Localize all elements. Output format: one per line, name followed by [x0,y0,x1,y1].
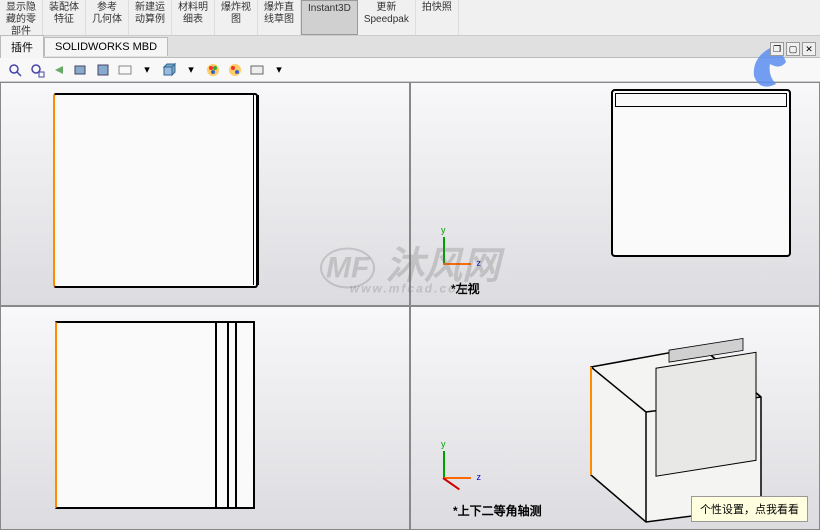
ribbon-hide-components[interactable]: 显示隐藏的零部件 [0,0,43,35]
chevron-down-icon[interactable]: ▾ [270,61,288,79]
zoom-area-icon[interactable] [28,61,46,79]
maximize-icon[interactable]: ▢ [786,42,800,56]
viewport-bottom-left[interactable] [0,306,410,530]
command-tabs: 插件 SOLIDWORKS MBD [0,36,820,58]
model-detail [235,323,237,507]
settings-tooltip[interactable]: 个性设置，点我看看 [691,496,808,522]
model-outline [611,89,791,257]
model-detail [227,323,229,507]
view-label: *左视 [451,280,480,297]
chevron-down-icon[interactable]: ▾ [182,61,200,79]
tab-addins[interactable]: 插件 [0,35,44,58]
ribbon-bom[interactable]: 材料明细表 [172,0,215,35]
viewport-top-left[interactable] [0,82,410,306]
cube-icon[interactable] [160,61,178,79]
axis-triad [431,441,481,491]
ribbon-exploded-line-sketch[interactable]: 爆炸直线草图 [258,0,301,35]
model-outline [53,93,258,288]
view-toolbar: ▾ ▾ ▾ [0,58,820,82]
zoom-fit-icon[interactable] [6,61,24,79]
ribbon-update-speedpak[interactable]: 更新Speedpak [358,0,416,35]
ribbon-snapshot[interactable]: 拍快照 [416,0,459,35]
apply-scene-icon[interactable] [226,61,244,79]
restore-icon[interactable]: ❐ [770,42,784,56]
edit-appearance-icon[interactable] [204,61,222,79]
view-orientation-icon[interactable] [94,61,112,79]
viewport-top-right[interactable]: *左视 [410,82,820,306]
tab-solidworks-mbd[interactable]: SOLIDWORKS MBD [44,37,168,56]
window-controls: ❐ ▢ ✕ [770,42,816,56]
axis-triad [431,227,481,277]
model-detail [253,95,259,285]
view-label: *上下二等角轴测 [453,502,542,519]
ribbon-exploded-view[interactable]: 爆炸视图 [215,0,258,35]
view-settings-icon[interactable] [248,61,266,79]
ribbon: 显示隐藏的零部件 装配体特征 参考几何体 新建运动算例 材料明细表 爆炸视图 爆… [0,0,820,36]
viewport-grid: *左视 *上下二等角轴测 [0,82,820,530]
ribbon-instant3d[interactable]: Instant3D [301,0,358,35]
ribbon-assembly-features[interactable]: 装配体特征 [43,0,86,35]
ribbon-reference-geometry[interactable]: 参考几何体 [86,0,129,35]
close-icon[interactable]: ✕ [802,42,816,56]
prev-view-icon[interactable] [50,61,68,79]
section-view-icon[interactable] [72,61,90,79]
ribbon-new-motion-study[interactable]: 新建运动算例 [129,0,172,35]
display-style-icon[interactable] [116,61,134,79]
hide-show-icon[interactable]: ▾ [138,61,156,79]
model-detail [215,323,251,507]
